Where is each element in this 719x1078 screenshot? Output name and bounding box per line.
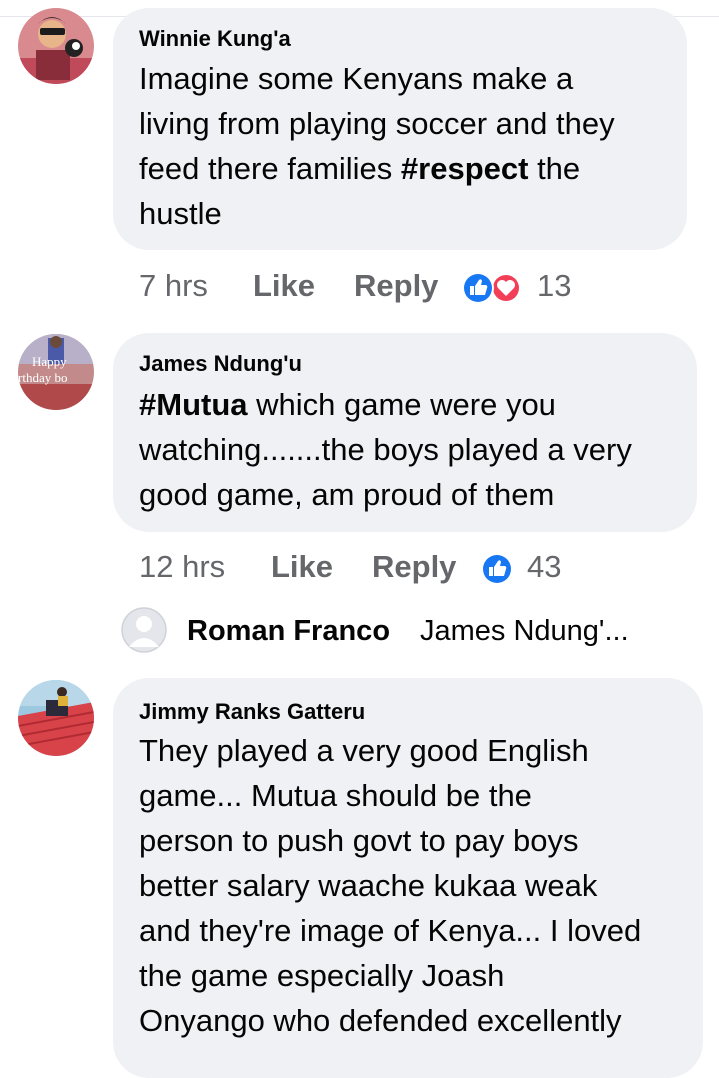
comment-line-text: feed there families xyxy=(139,151,401,186)
hashtag-link[interactable]: #respect xyxy=(401,151,529,186)
like-button[interactable]: Like xyxy=(271,549,333,585)
reaction-icons[interactable] xyxy=(480,552,514,591)
comment-author[interactable]: James Ndung'u xyxy=(139,351,302,377)
comment-line-text: which game were you xyxy=(247,387,556,422)
comment-line: hustle xyxy=(139,196,222,231)
default-profile-icon[interactable] xyxy=(121,607,167,653)
reply-button[interactable]: Reply xyxy=(372,549,456,585)
avatar-caption: Happy xyxy=(32,354,67,369)
like-icon xyxy=(481,553,513,585)
comment-text: They played a very good English game... … xyxy=(139,728,641,1043)
love-icon xyxy=(491,273,521,303)
comment-line: They played a very good English xyxy=(139,733,589,768)
avatar[interactable] xyxy=(18,680,94,756)
comment-line: better salary waache kukaa weak xyxy=(139,868,598,903)
avatar-caption: rthday bo xyxy=(18,370,67,385)
comment-line: Imagine some Kenyans make a xyxy=(139,61,574,96)
comment-text: #Mutua which game were you watching.....… xyxy=(139,382,632,517)
comment-line: good game, am proud of them xyxy=(139,477,555,512)
comment-line: living from playing soccer and they xyxy=(139,106,615,141)
comment-line: #Mutua which game were you xyxy=(139,382,632,427)
comment-timestamp[interactable]: 7 hrs xyxy=(139,268,208,304)
comment-line-text: the xyxy=(528,151,581,186)
comment-author[interactable]: Winnie Kung'a xyxy=(139,26,291,52)
comment-line: feed there families #respect the xyxy=(139,146,615,191)
like-icon xyxy=(462,272,494,304)
comment-line: game... Mutua should be the xyxy=(139,778,532,813)
reaction-count[interactable]: 43 xyxy=(527,549,561,585)
comment-bubble: Winnie Kung'a Imagine some Kenyans make … xyxy=(113,8,687,250)
comment-line: and they're image of Kenya... I loved xyxy=(139,913,642,948)
comment-line: the game especially Joash xyxy=(139,958,505,993)
reaction-count[interactable]: 13 xyxy=(537,268,571,304)
reply-button[interactable]: Reply xyxy=(354,268,438,304)
comment-timestamp[interactable]: 12 hrs xyxy=(139,549,225,585)
comment-line: Onyango who defended excellently xyxy=(139,1003,622,1038)
hashtag-link[interactable]: #Mutua xyxy=(139,387,248,422)
comment-bubble: Jimmy Ranks Gatteru They played a very g… xyxy=(113,678,703,1078)
like-button[interactable]: Like xyxy=(253,268,315,304)
avatar[interactable]: Happy rthday bo xyxy=(18,334,94,410)
comment-text: Imagine some Kenyans make a living from … xyxy=(139,56,615,236)
comment-line: watching.......the boys played a very xyxy=(139,432,632,467)
comment-line: person to push govt to pay boys xyxy=(139,823,579,858)
reply-author[interactable]: Roman Franco xyxy=(187,615,390,648)
avatar[interactable] xyxy=(18,8,94,84)
comment-bubble: James Ndung'u #Mutua which game were you… xyxy=(113,333,697,532)
reply-preview-text[interactable]: James Ndung'... xyxy=(420,615,629,648)
reaction-icons[interactable] xyxy=(461,271,525,310)
comment-author[interactable]: Jimmy Ranks Gatteru xyxy=(139,699,365,725)
